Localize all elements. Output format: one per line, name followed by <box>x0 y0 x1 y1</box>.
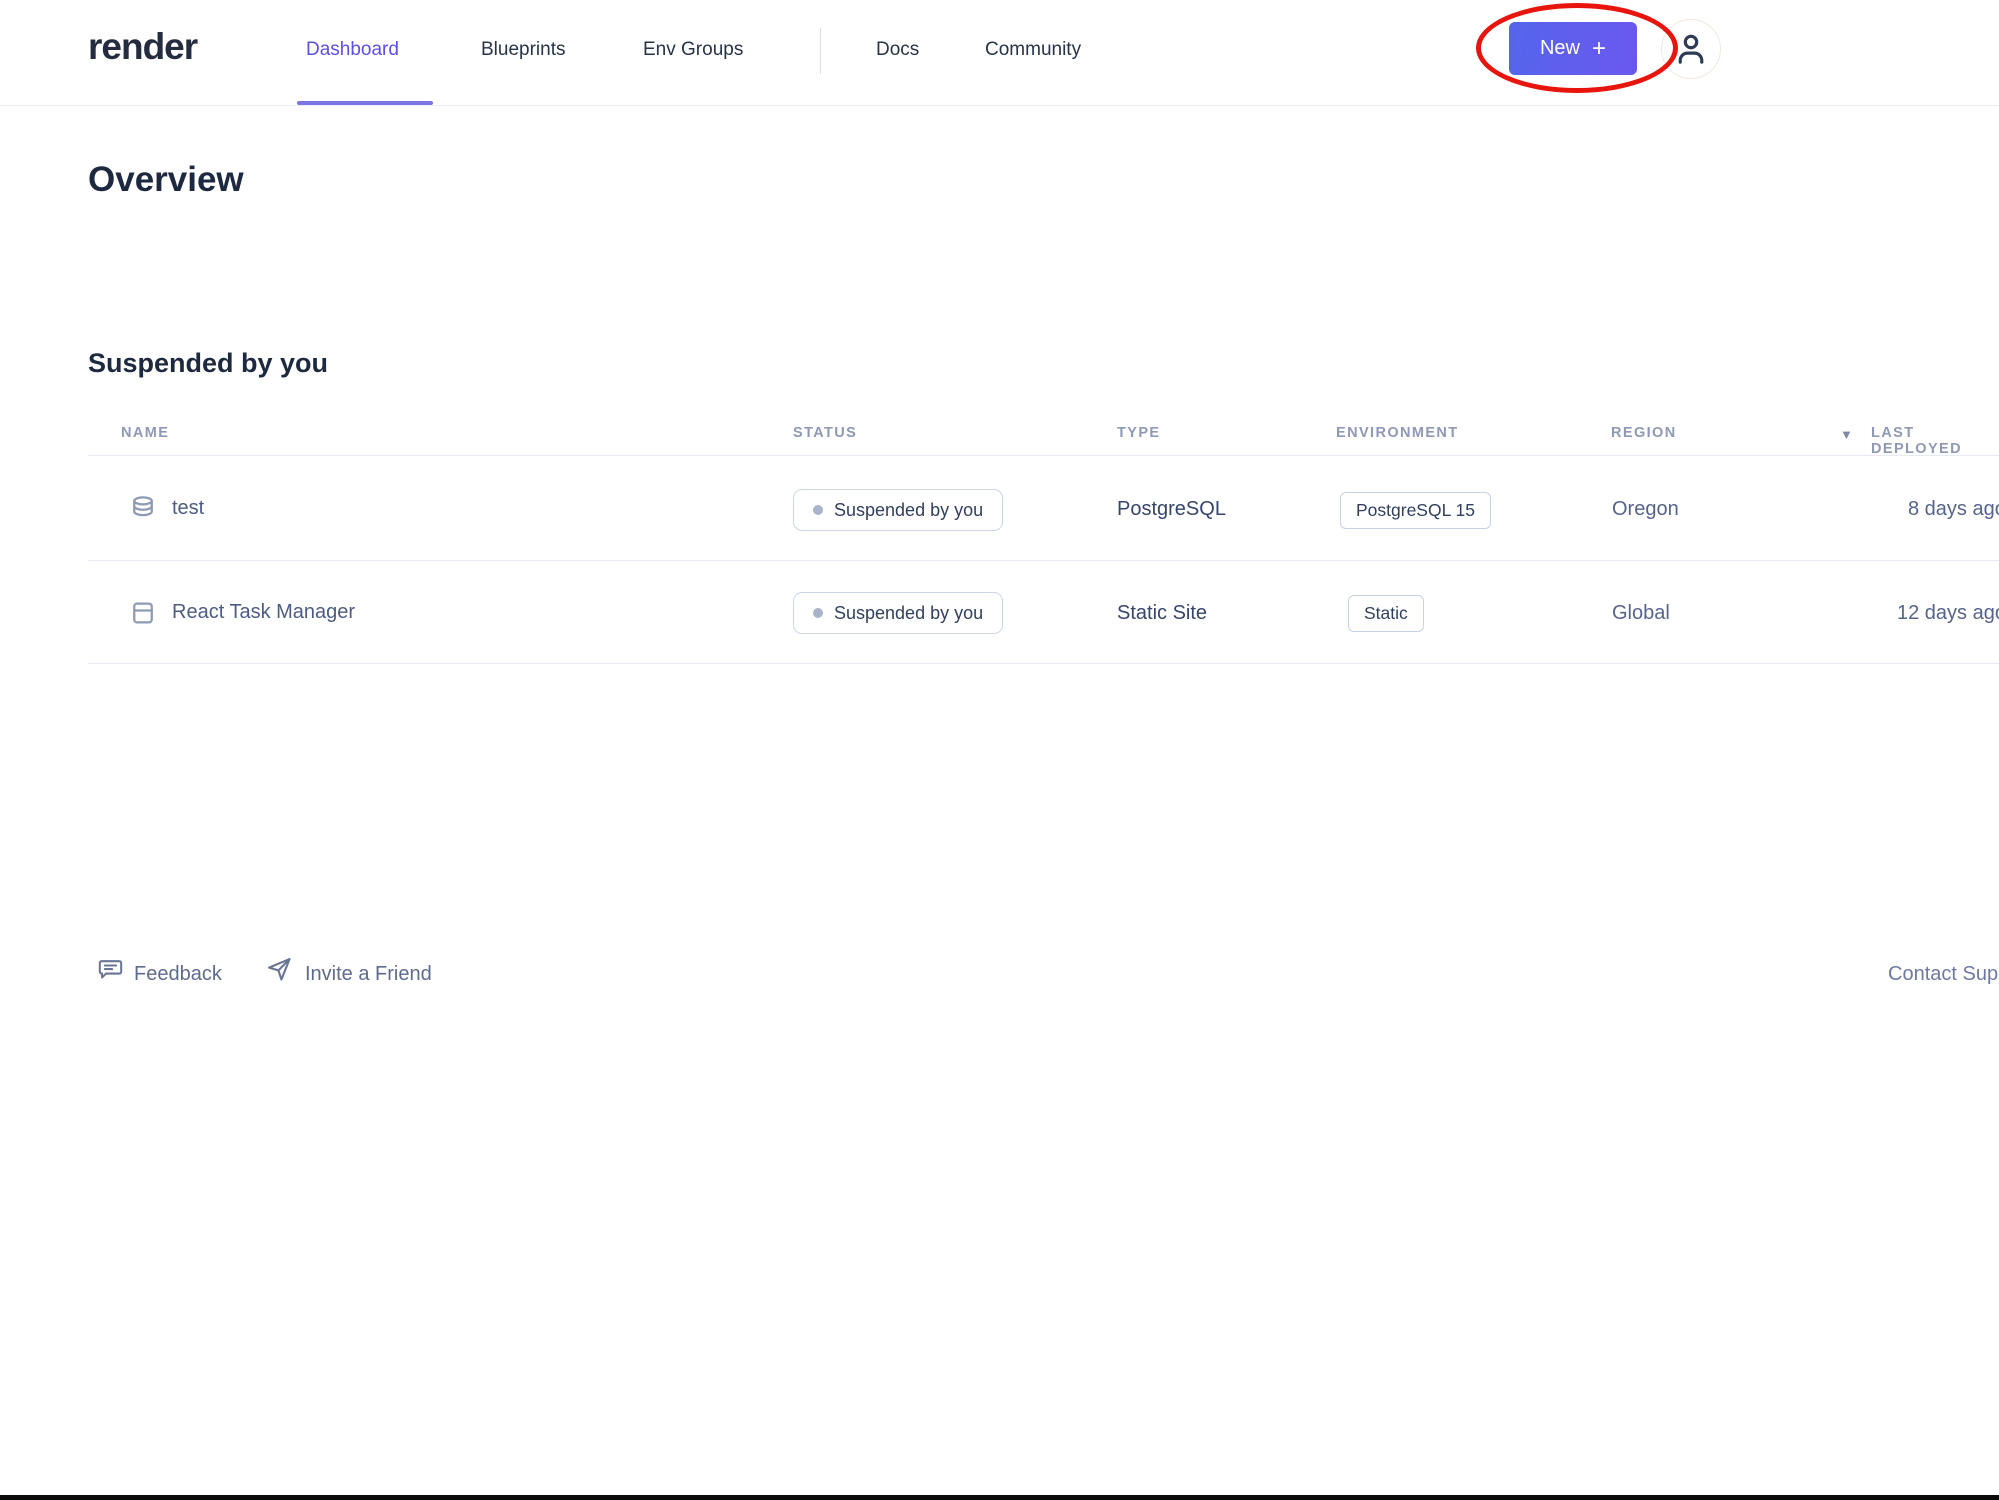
nav-item-env-groups[interactable]: Env Groups <box>643 39 743 61</box>
last-deploy-value: 8 days ago <box>1908 498 1999 521</box>
status-dot-icon <box>813 608 823 618</box>
service-name-link[interactable]: test <box>172 497 204 520</box>
contact-support-link[interactable]: Contact Support <box>1888 963 1999 986</box>
top-nav-bar: render Dashboard Blueprints Env Groups D… <box>0 0 1999 106</box>
feedback-link[interactable]: Feedback <box>134 963 222 986</box>
status-badge: Suspended by you <box>793 489 1003 531</box>
section-title: Suspended by you <box>88 348 328 379</box>
bottom-bar <box>0 1495 1999 1500</box>
last-deploy-value: 12 days ago <box>1897 602 1999 625</box>
status-dot-icon <box>813 505 823 515</box>
column-header-type: TYPE <box>1117 425 1160 441</box>
user-avatar[interactable] <box>1661 19 1721 79</box>
sort-desc-icon[interactable]: ▼ <box>1840 427 1853 442</box>
column-header-region: REGION <box>1611 425 1677 441</box>
column-header-environment: ENVIRONMENT <box>1336 425 1459 441</box>
nav-item-dashboard[interactable]: Dashboard <box>306 39 399 61</box>
paper-plane-icon[interactable] <box>265 955 293 983</box>
plus-icon: + <box>1592 37 1606 61</box>
nav-item-docs[interactable]: Docs <box>876 39 919 61</box>
table-header-divider <box>88 455 1999 456</box>
service-name-link[interactable]: React Task Manager <box>172 601 355 624</box>
nav-item-community[interactable]: Community <box>985 39 1081 61</box>
service-type: PostgreSQL <box>1117 498 1226 521</box>
database-icon <box>128 494 158 524</box>
status-label: Suspended by you <box>834 500 983 521</box>
column-header-status: STATUS <box>793 425 857 441</box>
render-dashboard-page: render Dashboard Blueprints Env Groups D… <box>0 0 1999 1500</box>
render-logo[interactable]: render <box>88 26 197 68</box>
column-header-name: NAME <box>121 425 169 441</box>
user-profile-icon <box>1672 30 1710 68</box>
feedback-icon[interactable] <box>97 955 124 982</box>
environment-badge: PostgreSQL 15 <box>1340 492 1491 529</box>
service-type: Static Site <box>1117 602 1207 625</box>
page-title: Overview <box>88 160 244 200</box>
nav-divider <box>820 28 821 74</box>
environment-badge: Static <box>1348 595 1424 632</box>
invite-a-friend-link[interactable]: Invite a Friend <box>305 963 432 986</box>
nav-item-blueprints[interactable]: Blueprints <box>481 39 566 61</box>
new-button-label: New <box>1540 37 1580 60</box>
active-tab-underline <box>297 101 433 105</box>
service-region: Oregon <box>1612 498 1679 521</box>
status-badge: Suspended by you <box>793 592 1003 634</box>
status-label: Suspended by you <box>834 603 983 624</box>
row-divider <box>88 560 1999 561</box>
row-divider <box>88 663 1999 664</box>
new-button[interactable]: New + <box>1509 22 1637 75</box>
service-region: Global <box>1612 602 1670 625</box>
static-site-icon <box>128 598 158 628</box>
column-header-last-deployed[interactable]: LAST DEPLOYED <box>1871 425 1999 457</box>
